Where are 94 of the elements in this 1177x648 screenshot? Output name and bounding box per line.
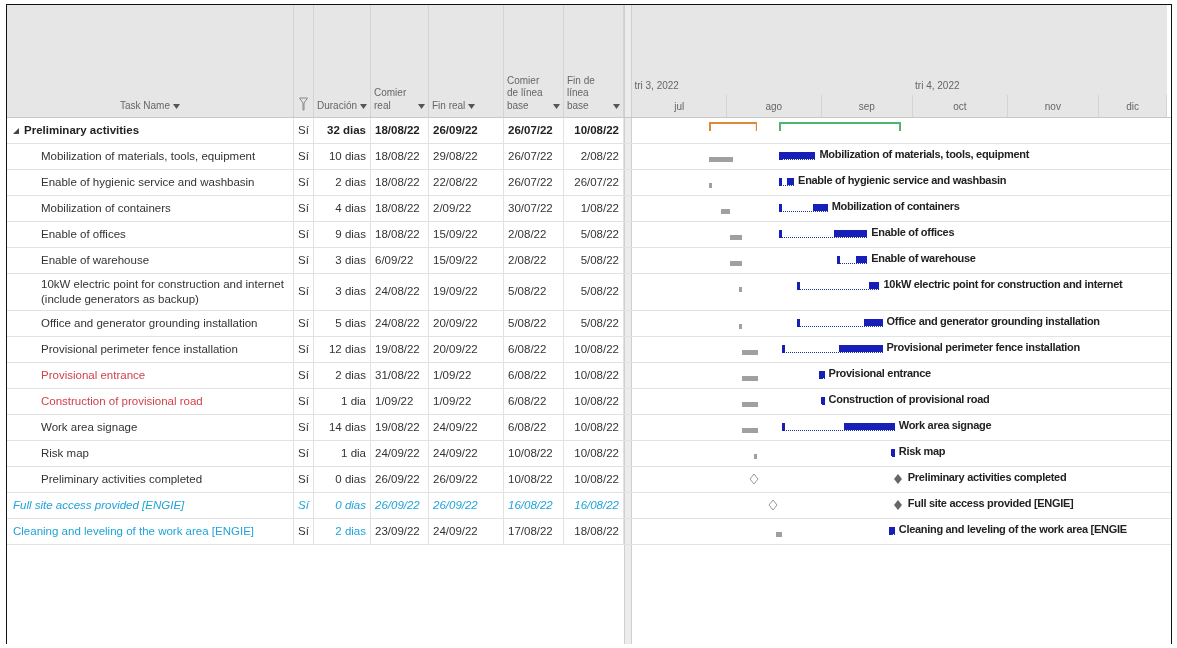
baseline-bracket <box>708 122 758 131</box>
task-bar <box>786 178 795 185</box>
baseline-bar <box>775 531 782 537</box>
month-label: nov <box>1007 95 1100 117</box>
task-bar <box>836 256 840 264</box>
bar-label: Enable of offices <box>871 226 955 238</box>
task-name: Construction of provisional road <box>41 393 203 409</box>
month-label: jul <box>632 95 727 117</box>
month-label: oct <box>913 95 1008 117</box>
task-name: Office and generator grounding installation <box>41 315 258 331</box>
bar-label: Provisional perimeter fence installation <box>886 340 1080 353</box>
baseline-milestone-icon <box>767 498 778 511</box>
task-bar <box>868 282 880 289</box>
column-header[interactable]: Comier real <box>371 5 429 117</box>
bar-label: Construction of provisional road <box>828 392 990 405</box>
baseline-bar <box>720 209 731 214</box>
column-title: Fin real <box>432 99 466 112</box>
dropdown-icon[interactable] <box>418 104 425 109</box>
task-name: Preliminary activities completed <box>41 471 203 487</box>
column-header[interactable]: Fin de línea base <box>564 5 624 117</box>
bar-label: Mobilization of materials, tools, equipment <box>819 148 1029 160</box>
column-title: Comier de línea base <box>507 74 544 112</box>
bar-label: Cleaning and leveling of the work area [ENGIE <box>898 522 1127 535</box>
bar-label: Preliminary activities completed <box>907 470 1067 483</box>
task-bar <box>813 204 828 211</box>
bar-label: Work area signage <box>898 418 992 431</box>
baseline-bar <box>739 287 743 292</box>
column-title: Task Name <box>120 99 170 112</box>
task-bar <box>781 422 785 431</box>
baseline-bar <box>742 427 758 433</box>
task-bar <box>797 282 801 290</box>
column-title: Duración <box>317 99 358 112</box>
dropdown-icon[interactable] <box>468 104 476 109</box>
task-bar <box>778 230 782 238</box>
milestone-icon <box>892 472 903 485</box>
task-name: Enable of offices <box>41 227 126 242</box>
task-bar <box>778 178 782 186</box>
task-name: Enable of hygienic service and washbasin <box>41 175 255 190</box>
task-name: Mobilization of materials, tools, equipment <box>41 149 256 164</box>
milestone-icon <box>892 498 903 511</box>
task-bar <box>890 448 895 456</box>
column-header[interactable]: Duración <box>314 5 371 117</box>
column-title: Comier real <box>374 87 408 112</box>
task-name: Full site access provided [ENGIE] <box>13 497 185 513</box>
baseline-milestone-icon <box>749 472 760 485</box>
task-bar <box>778 204 782 212</box>
task-name: 10kW electric point for construction and internet (include generators as backup) <box>41 277 285 307</box>
collapse-icon[interactable] <box>13 127 19 134</box>
baseline-bar <box>742 349 758 355</box>
baseline-bar <box>730 235 743 240</box>
baseline-bar <box>739 323 743 329</box>
month-label: ago <box>727 95 822 117</box>
task-bar <box>843 422 895 430</box>
task-name: Cleaning and leveling of the work area [ENGIE] <box>13 523 254 539</box>
column-header[interactable]: Task Name <box>7 5 294 117</box>
task-name: Mobilization of containers <box>41 201 171 216</box>
dropdown-icon[interactable] <box>360 104 368 109</box>
baseline-bar <box>742 375 758 381</box>
dropdown-icon[interactable] <box>613 104 620 109</box>
task-bar <box>838 344 883 352</box>
baseline-bar <box>730 261 743 266</box>
task-name: Provisional entrance <box>41 367 146 383</box>
bar-label: Full site access provided [ENGIE] <box>907 496 1074 509</box>
column-title: Fin de línea base <box>567 74 596 112</box>
month-label: dic <box>1099 95 1167 117</box>
task-bar <box>820 396 825 404</box>
task-name: Enable of warehouse <box>41 253 150 268</box>
quarter-label: tri 4, 2022 <box>915 80 960 91</box>
bar-label: Provisional entrance <box>828 366 931 379</box>
quarter-label: tri 3, 2022 <box>634 80 679 91</box>
task-name: Preliminary activities <box>24 123 140 138</box>
bar-label: Mobilization of containers <box>831 200 960 212</box>
baseline-bar <box>754 453 758 459</box>
bar-label: Risk map <box>898 444 946 457</box>
column-header[interactable]: Fin real <box>429 5 504 117</box>
dropdown-icon[interactable] <box>173 104 180 109</box>
task-bar <box>781 344 785 353</box>
bar-label: Enable of warehouse <box>871 252 976 264</box>
task-bar <box>834 230 868 237</box>
task-name: Provisional perimeter fence installation <box>41 341 238 357</box>
month-label: sep <box>821 95 914 117</box>
task-bar <box>797 318 801 327</box>
task-name: Work area signage <box>41 419 138 435</box>
baseline-bar <box>708 183 712 188</box>
baseline-bar <box>742 401 758 407</box>
bar-label: Office and generator grounding installation <box>886 314 1100 327</box>
task-bar <box>856 256 868 263</box>
baseline-bar <box>708 157 734 162</box>
task-bar <box>864 318 883 326</box>
task-name: Risk map <box>41 445 89 461</box>
bar-label: 10kW electric point for construction and internet <box>883 278 1123 290</box>
column-header[interactable]: Comier de línea base <box>504 5 564 117</box>
bar-label: Enable of hygienic service and washbasin <box>798 174 1007 186</box>
dropdown-icon[interactable] <box>553 104 560 109</box>
